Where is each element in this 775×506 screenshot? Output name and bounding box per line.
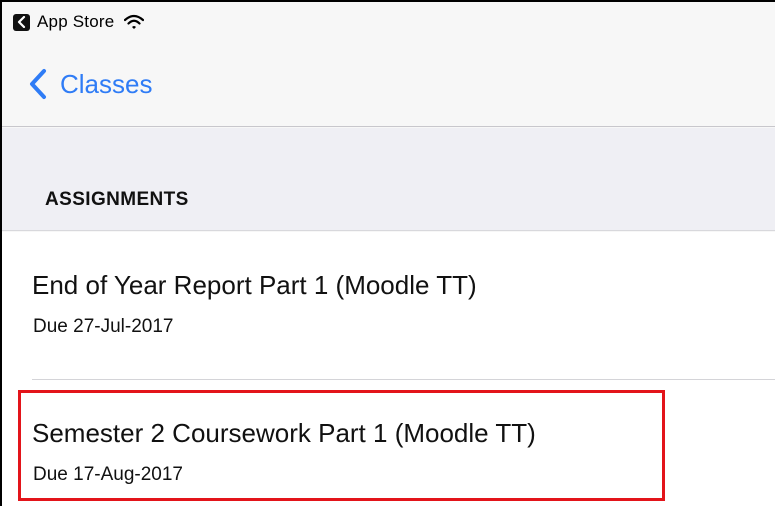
- back-to-app-label[interactable]: App Store: [37, 12, 114, 32]
- back-button[interactable]: Classes: [28, 68, 152, 100]
- section-header: ASSIGNMENTS: [2, 128, 775, 231]
- highlight-box: [18, 390, 665, 501]
- status-bar: App Store: [2, 2, 775, 42]
- assignment-row[interactable]: End of Year Report Part 1 (Moodle TT) Du…: [2, 232, 775, 380]
- chevron-left-icon: [30, 69, 46, 99]
- navigation-bar: Classes: [2, 42, 775, 127]
- section-title: ASSIGNMENTS: [45, 189, 189, 210]
- assignment-due-date: Due 27-Jul-2017: [33, 316, 174, 337]
- wifi-icon: [124, 14, 145, 29]
- assignment-title: End of Year Report Part 1 (Moodle TT): [32, 270, 477, 300]
- back-to-app-icon[interactable]: [13, 13, 30, 31]
- back-button-label: Classes: [60, 68, 153, 99]
- app-screen: App Store Classes ASSIGNMENTS End of Yea…: [0, 0, 775, 506]
